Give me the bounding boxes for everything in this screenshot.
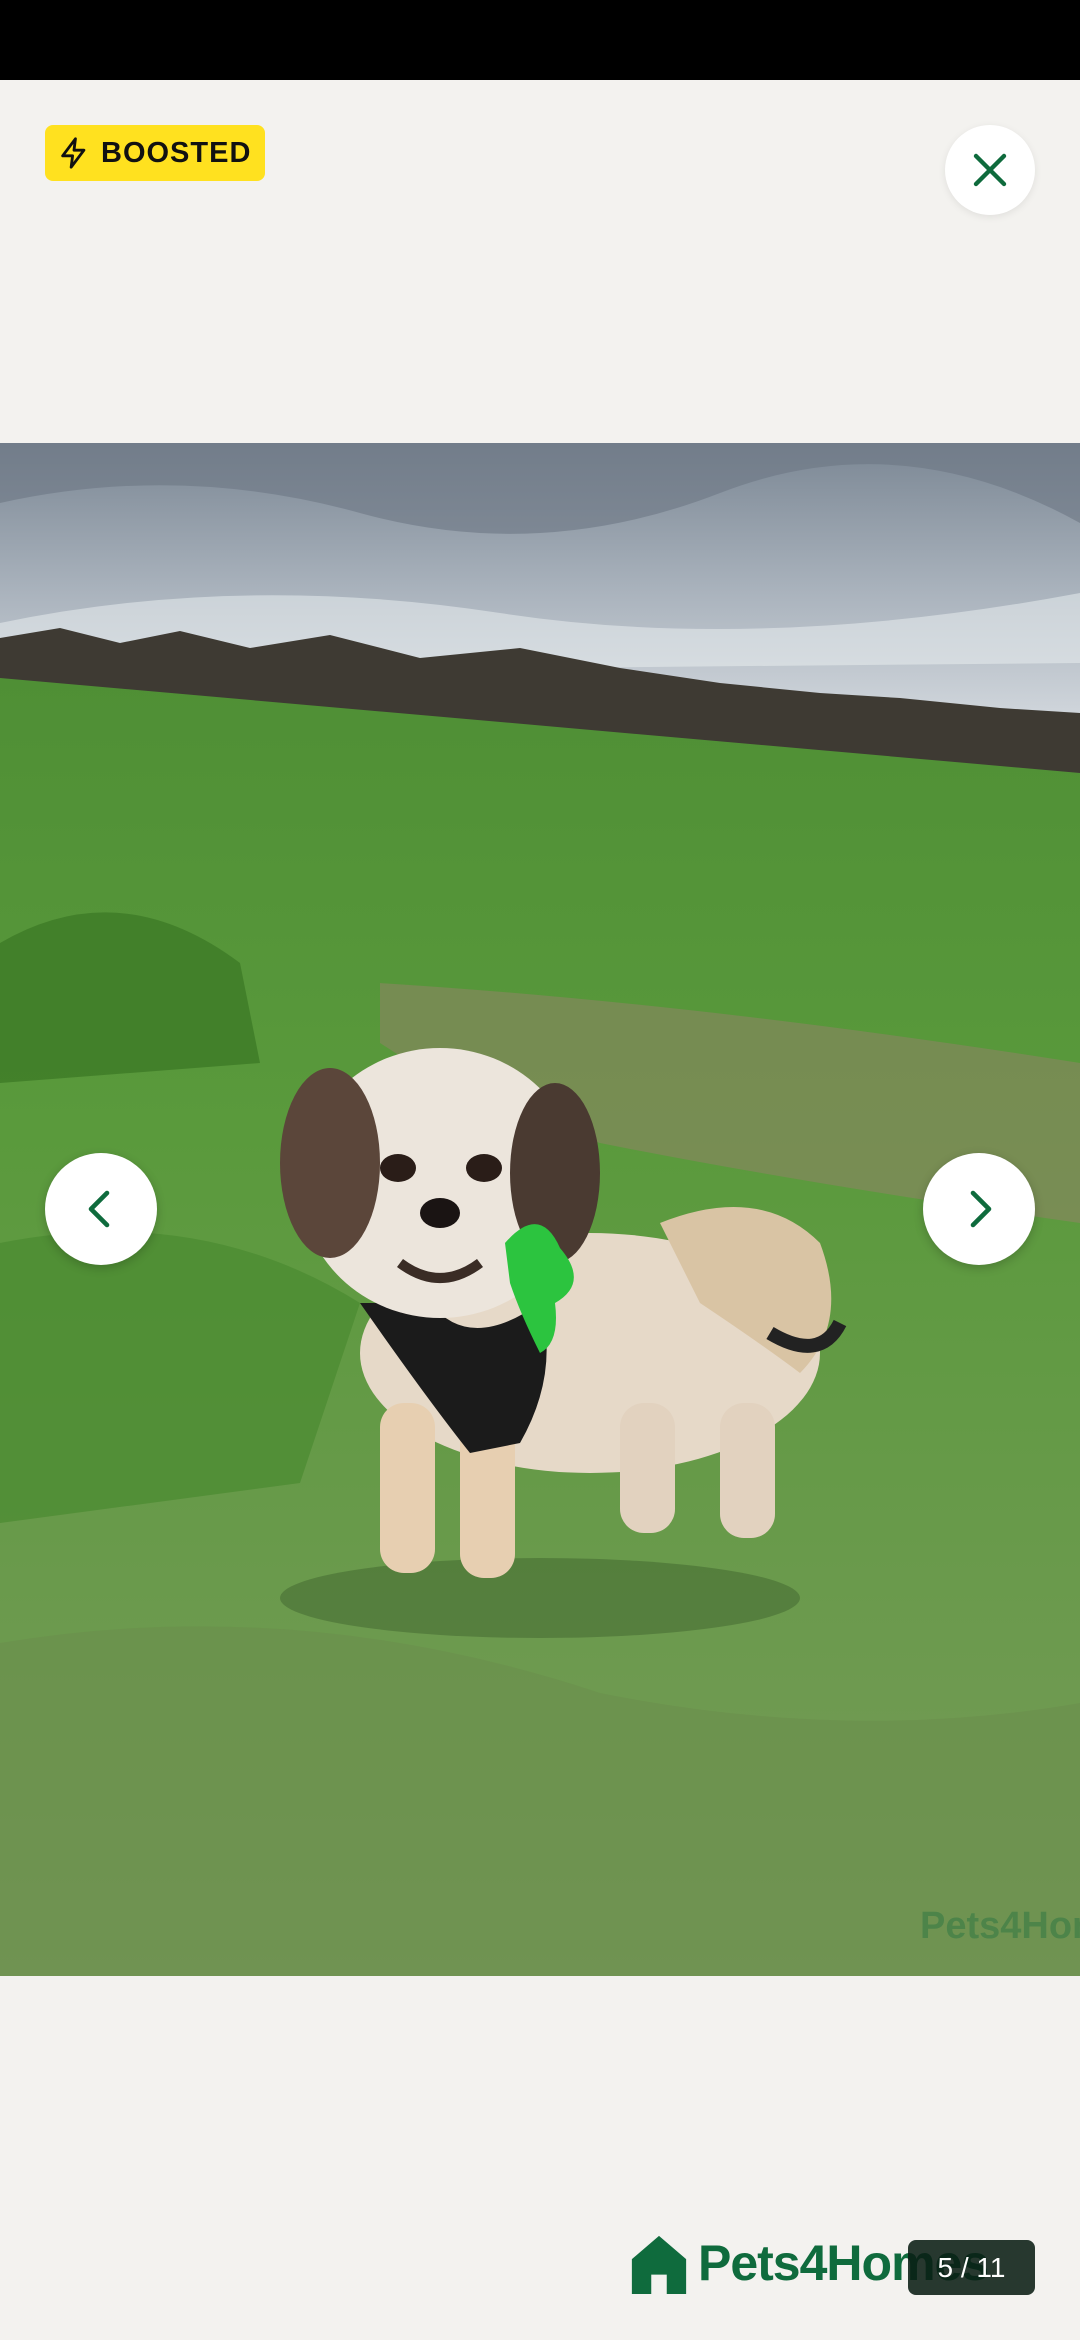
svg-text:Pets4Homes: Pets4Homes bbox=[920, 1905, 1080, 1947]
previous-photo-button[interactable] bbox=[45, 1153, 157, 1265]
gallery-photo[interactable]: Pets4Homes bbox=[0, 443, 1080, 1976]
boosted-badge: BOOSTED bbox=[45, 125, 266, 181]
close-button[interactable] bbox=[945, 125, 1035, 215]
dog-photo: Pets4Homes bbox=[0, 443, 1080, 1976]
photo-counter: 5 / 11 bbox=[908, 2240, 1035, 2295]
house-dog-logo-icon bbox=[631, 2235, 687, 2294]
chevron-right-icon bbox=[970, 1190, 992, 1228]
chevron-left-icon bbox=[88, 1190, 110, 1228]
boosted-label: BOOSTED bbox=[101, 136, 252, 169]
close-icon bbox=[973, 153, 1007, 187]
status-bar bbox=[0, 0, 1080, 80]
next-photo-button[interactable] bbox=[923, 1153, 1035, 1265]
lightning-icon bbox=[61, 137, 86, 169]
